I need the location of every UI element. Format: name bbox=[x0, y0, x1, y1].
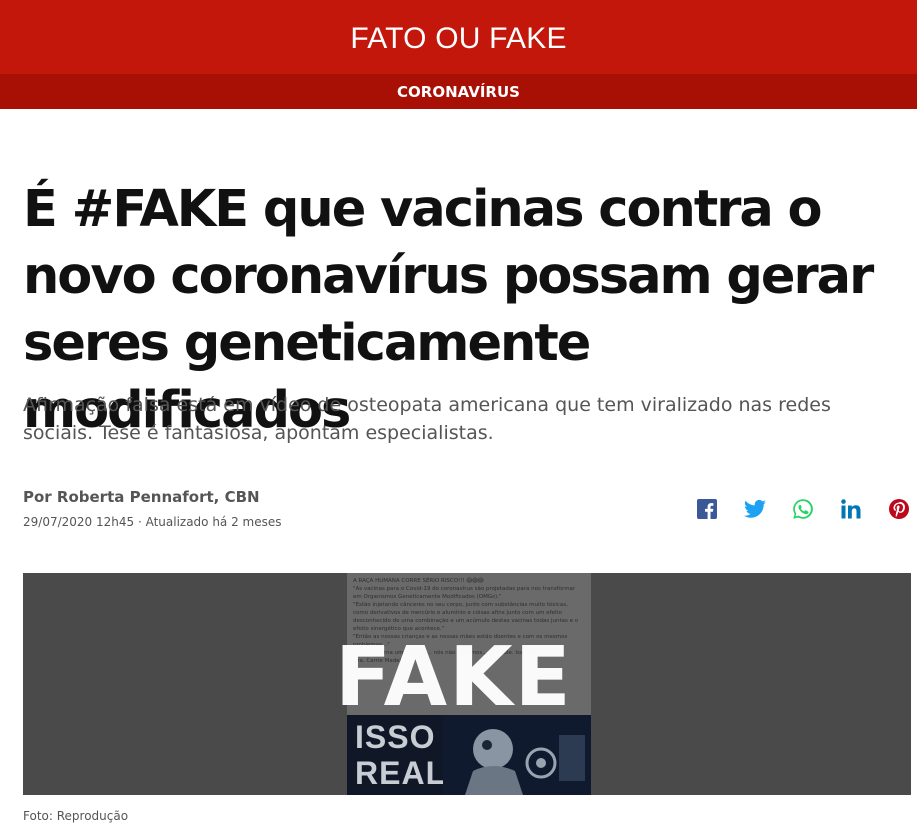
section-bar: CORONAVÍRUS bbox=[0, 74, 917, 109]
article-byline: Por Roberta Pennafort, CBN bbox=[23, 488, 260, 506]
linkedin-icon bbox=[841, 499, 861, 519]
article-subtitle: Afirmação falsa está em vídeo de osteopa… bbox=[23, 394, 831, 444]
site-title-link[interactable]: FATO OU FAKE bbox=[350, 22, 566, 56]
image-caption: Foto: Reprodução bbox=[23, 809, 129, 823]
article-image[interactable]: A RAÇA HUMANA CORRE SÉRIO RISCO!!! 😱😱😱 "… bbox=[23, 573, 911, 795]
twitter-share-button[interactable] bbox=[743, 497, 767, 521]
facebook-share-button[interactable] bbox=[695, 497, 719, 521]
pinterest-icon bbox=[889, 499, 909, 519]
post-line: "As vacinas para o Covid-19 do coronavír… bbox=[353, 586, 576, 600]
site-header: FATO OU FAKE bbox=[0, 0, 917, 74]
linkedin-share-button[interactable] bbox=[839, 497, 863, 521]
share-bar bbox=[695, 497, 911, 521]
twitter-icon bbox=[744, 499, 766, 518]
pinterest-share-button[interactable] bbox=[887, 497, 911, 521]
fake-stamp: FAKE bbox=[335, 630, 573, 725]
whatsapp-share-button[interactable] bbox=[791, 497, 815, 521]
post-line: A RAÇA HUMANA CORRE SÉRIO RISCO!!! 😱😱😱 bbox=[353, 578, 484, 584]
section-link[interactable]: CORONAVÍRUS bbox=[397, 83, 520, 101]
post-line: "Estão injetando cânceres no seu corpo, … bbox=[353, 602, 579, 632]
poster-image: ISSO É REAL bbox=[347, 715, 591, 795]
facebook-icon bbox=[697, 499, 717, 519]
article-dateline: 29/07/2020 12h45 · Atualizado há 2 meses bbox=[23, 515, 282, 529]
whatsapp-icon bbox=[793, 499, 813, 519]
robot-art-icon bbox=[443, 715, 591, 795]
